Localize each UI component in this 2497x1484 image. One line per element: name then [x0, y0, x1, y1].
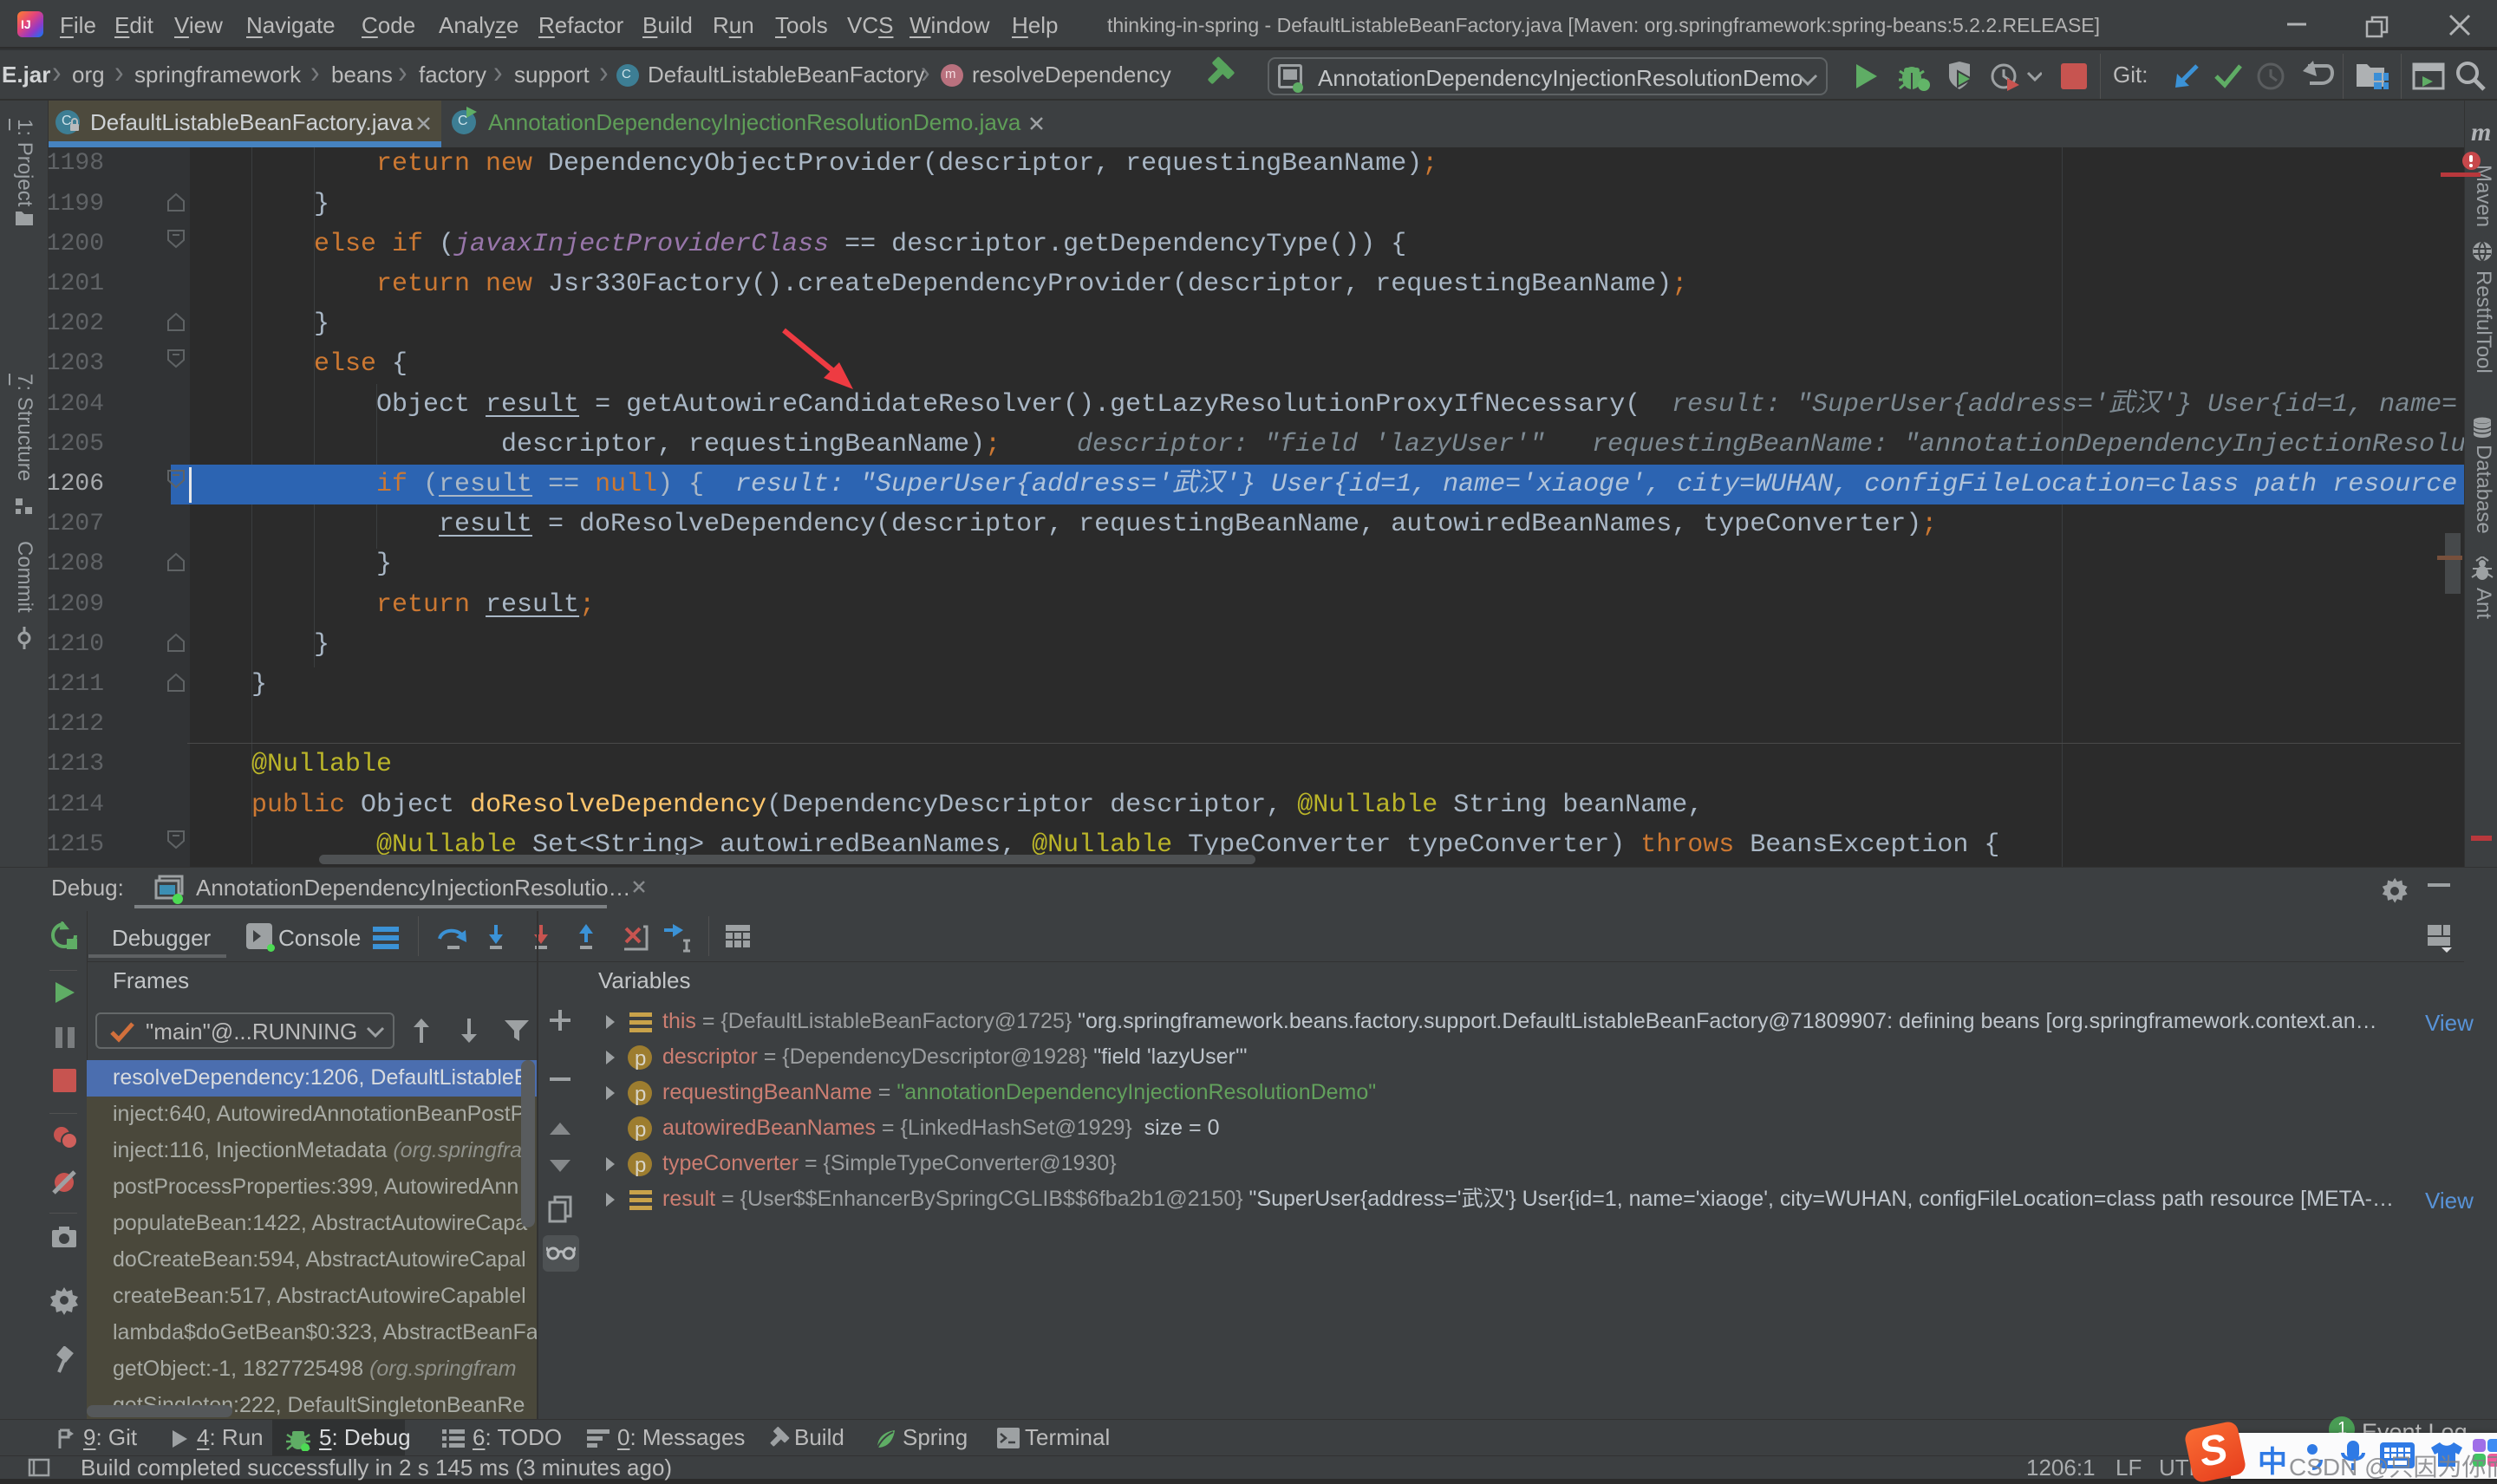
- svg-text:p: p: [635, 1083, 646, 1106]
- svg-text:p: p: [635, 1154, 646, 1177]
- svg-text:p: p: [635, 1118, 646, 1142]
- svg-text:p: p: [635, 1047, 646, 1071]
